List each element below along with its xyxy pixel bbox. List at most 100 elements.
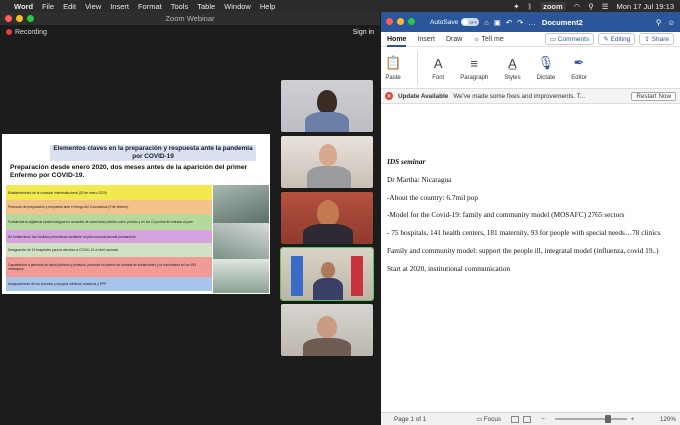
slide-subheader: Preparación desde enero 2020, dos meses … bbox=[10, 164, 248, 179]
close-window-button[interactable] bbox=[386, 18, 393, 25]
slide-row: Establecimiento de la comisión interinst… bbox=[6, 185, 212, 200]
document-page[interactable]: IDS seminar Dr Martha: Nicaragua -About … bbox=[381, 104, 680, 403]
zoom-out-icon[interactable]: − bbox=[541, 416, 545, 423]
slide-row: Aseguramiento de los insumos y equipos m… bbox=[6, 277, 212, 291]
maximize-window-button[interactable] bbox=[27, 15, 34, 22]
comments-button[interactable]: ▭ Comments bbox=[544, 33, 595, 45]
menu-tools[interactable]: Tools bbox=[171, 2, 189, 11]
comments-label: Comments bbox=[557, 36, 590, 43]
home-icon[interactable]: ⌂ bbox=[484, 18, 489, 27]
search-icon[interactable]: ⚲ bbox=[656, 18, 662, 27]
doc-line: Dr Martha: Nicaragua bbox=[387, 174, 452, 184]
menu-view[interactable]: View bbox=[85, 2, 101, 11]
dismiss-update-icon[interactable]: ✕ bbox=[385, 92, 393, 100]
tell-me-search[interactable]: ☼ Tell me bbox=[473, 36, 503, 43]
menu-format[interactable]: Format bbox=[138, 2, 162, 11]
participant-body bbox=[313, 278, 343, 300]
autosave-toggle[interactable]: OFF bbox=[461, 18, 480, 26]
recording-icon bbox=[6, 29, 12, 35]
slide-photo bbox=[213, 223, 269, 259]
zoom-window: Zoom Webinar Recording Sign in Elementos… bbox=[0, 12, 380, 425]
participant-body bbox=[305, 112, 349, 132]
clock-text[interactable]: Mon 17 Jul 19:13 bbox=[616, 2, 674, 11]
search-icon[interactable]: ⚲ bbox=[588, 2, 594, 11]
quick-access-toolbar: ⌂ ▣ ↶ ↷ … bbox=[484, 18, 536, 27]
zoom-slider[interactable] bbox=[554, 415, 627, 423]
font-button[interactable]: A Font bbox=[432, 51, 445, 82]
control-center-icon[interactable]: ☰ bbox=[602, 2, 609, 11]
sign-in-button[interactable]: Sign in bbox=[353, 29, 374, 36]
wifi-icon[interactable]: ◠ bbox=[574, 2, 581, 11]
menu-app-name[interactable]: Word bbox=[14, 2, 33, 11]
participant-avatar bbox=[321, 262, 335, 278]
participant-body bbox=[303, 338, 351, 356]
tab-insert[interactable]: Insert bbox=[417, 36, 435, 43]
zoom-in-icon[interactable]: + bbox=[631, 416, 635, 423]
participant-video-tile[interactable] bbox=[281, 304, 373, 356]
participant-avatar bbox=[317, 316, 337, 338]
font-label: Font bbox=[432, 75, 445, 81]
tab-draw[interactable]: Draw bbox=[446, 36, 462, 43]
ribbon-tabs: Home Insert Draw ☼ Tell me ▭ Comments ✎ … bbox=[381, 32, 680, 47]
editing-button[interactable]: ✎ Editing bbox=[598, 33, 636, 45]
participant-video-tile[interactable] bbox=[281, 80, 373, 132]
paragraph-button[interactable]: ≡ Paragraph bbox=[460, 51, 489, 82]
paragraph-label: Paragraph bbox=[460, 75, 489, 81]
more-icon[interactable]: … bbox=[528, 18, 536, 27]
tell-me-label: Tell me bbox=[481, 35, 504, 43]
share-label: Share bbox=[651, 36, 669, 43]
menu-help[interactable]: Help bbox=[260, 2, 275, 11]
focus-button[interactable]: ▭ Focus bbox=[476, 416, 501, 423]
web-layout-view-icon[interactable] bbox=[523, 415, 532, 423]
menu-window[interactable]: Window bbox=[224, 2, 251, 11]
account-icon[interactable]: ☺ bbox=[667, 18, 675, 27]
share-icon: ⇪ bbox=[644, 36, 652, 43]
restart-now-button[interactable]: Restart Now bbox=[631, 91, 676, 101]
minimize-window-button[interactable] bbox=[397, 18, 404, 25]
slide-row: Fortalecida la vigilancia epidemiológica… bbox=[6, 214, 212, 230]
tab-home[interactable]: Home bbox=[387, 36, 407, 47]
word-window-controls bbox=[386, 18, 415, 25]
participant-video-tile[interactable] bbox=[281, 136, 373, 188]
slide-row: Designación de 19 hospitales para la ate… bbox=[6, 243, 212, 257]
doc-line: - 75 hospitals, 141 health centers, 181 … bbox=[387, 228, 661, 238]
autosave-label: AutoSave bbox=[430, 18, 459, 26]
zoom-titlebar: Zoom Webinar bbox=[0, 12, 380, 25]
flag-graphic bbox=[351, 256, 363, 296]
comment-icon: ▭ bbox=[549, 36, 558, 43]
print-layout-view-icon[interactable] bbox=[511, 415, 520, 423]
editor-button[interactable]: ✒ Editor bbox=[571, 51, 587, 81]
zoom-window-title: Zoom Webinar bbox=[165, 14, 215, 23]
ribbon-home: 📋 Paste A Font ≡ Paragraph A̲ Styles 🎙 D… bbox=[381, 47, 680, 89]
close-window-button[interactable] bbox=[5, 15, 12, 22]
menu-table[interactable]: Table bbox=[197, 2, 215, 11]
zoom-window-controls bbox=[5, 15, 34, 22]
flag-graphic bbox=[291, 256, 303, 296]
slide-photo bbox=[213, 259, 269, 293]
undo-icon[interactable]: ↶ bbox=[506, 18, 512, 27]
slide-row: Se fortalecieron las medidas preventivas… bbox=[6, 230, 212, 243]
save-icon[interactable]: ▣ bbox=[494, 18, 501, 27]
doc-line: IDS seminar bbox=[387, 157, 426, 166]
pencil-icon: ✎ bbox=[603, 36, 611, 43]
styles-button[interactable]: A̲ Styles bbox=[504, 51, 520, 82]
dictate-button[interactable]: 🎙 Dictate bbox=[537, 51, 556, 81]
participant-video-tile-active[interactable] bbox=[280, 247, 374, 301]
redo-icon[interactable]: ↷ bbox=[517, 18, 523, 27]
dropbox-icon[interactable]: ✦ bbox=[513, 2, 519, 11]
page-count[interactable]: Page 1 of 1 bbox=[394, 416, 426, 423]
bluetooth-icon[interactable]: ᛒ bbox=[528, 2, 533, 11]
zoom-status-icon[interactable]: zoom bbox=[540, 1, 566, 11]
participant-body bbox=[303, 224, 353, 244]
doc-line: -Model for the Covid-19: family and comm… bbox=[387, 210, 625, 220]
menu-edit[interactable]: Edit bbox=[63, 2, 76, 11]
maximize-window-button[interactable] bbox=[408, 18, 415, 25]
participant-avatar bbox=[317, 90, 337, 114]
zoom-level[interactable]: 120% bbox=[660, 416, 676, 423]
participant-video-tile[interactable] bbox=[281, 192, 373, 244]
menu-file[interactable]: File bbox=[42, 2, 54, 11]
minimize-window-button[interactable] bbox=[16, 15, 23, 22]
share-button[interactable]: ⇪ Share bbox=[639, 33, 674, 45]
paste-button[interactable]: 📋 Paste bbox=[385, 51, 401, 81]
menu-insert[interactable]: Insert bbox=[110, 2, 129, 11]
